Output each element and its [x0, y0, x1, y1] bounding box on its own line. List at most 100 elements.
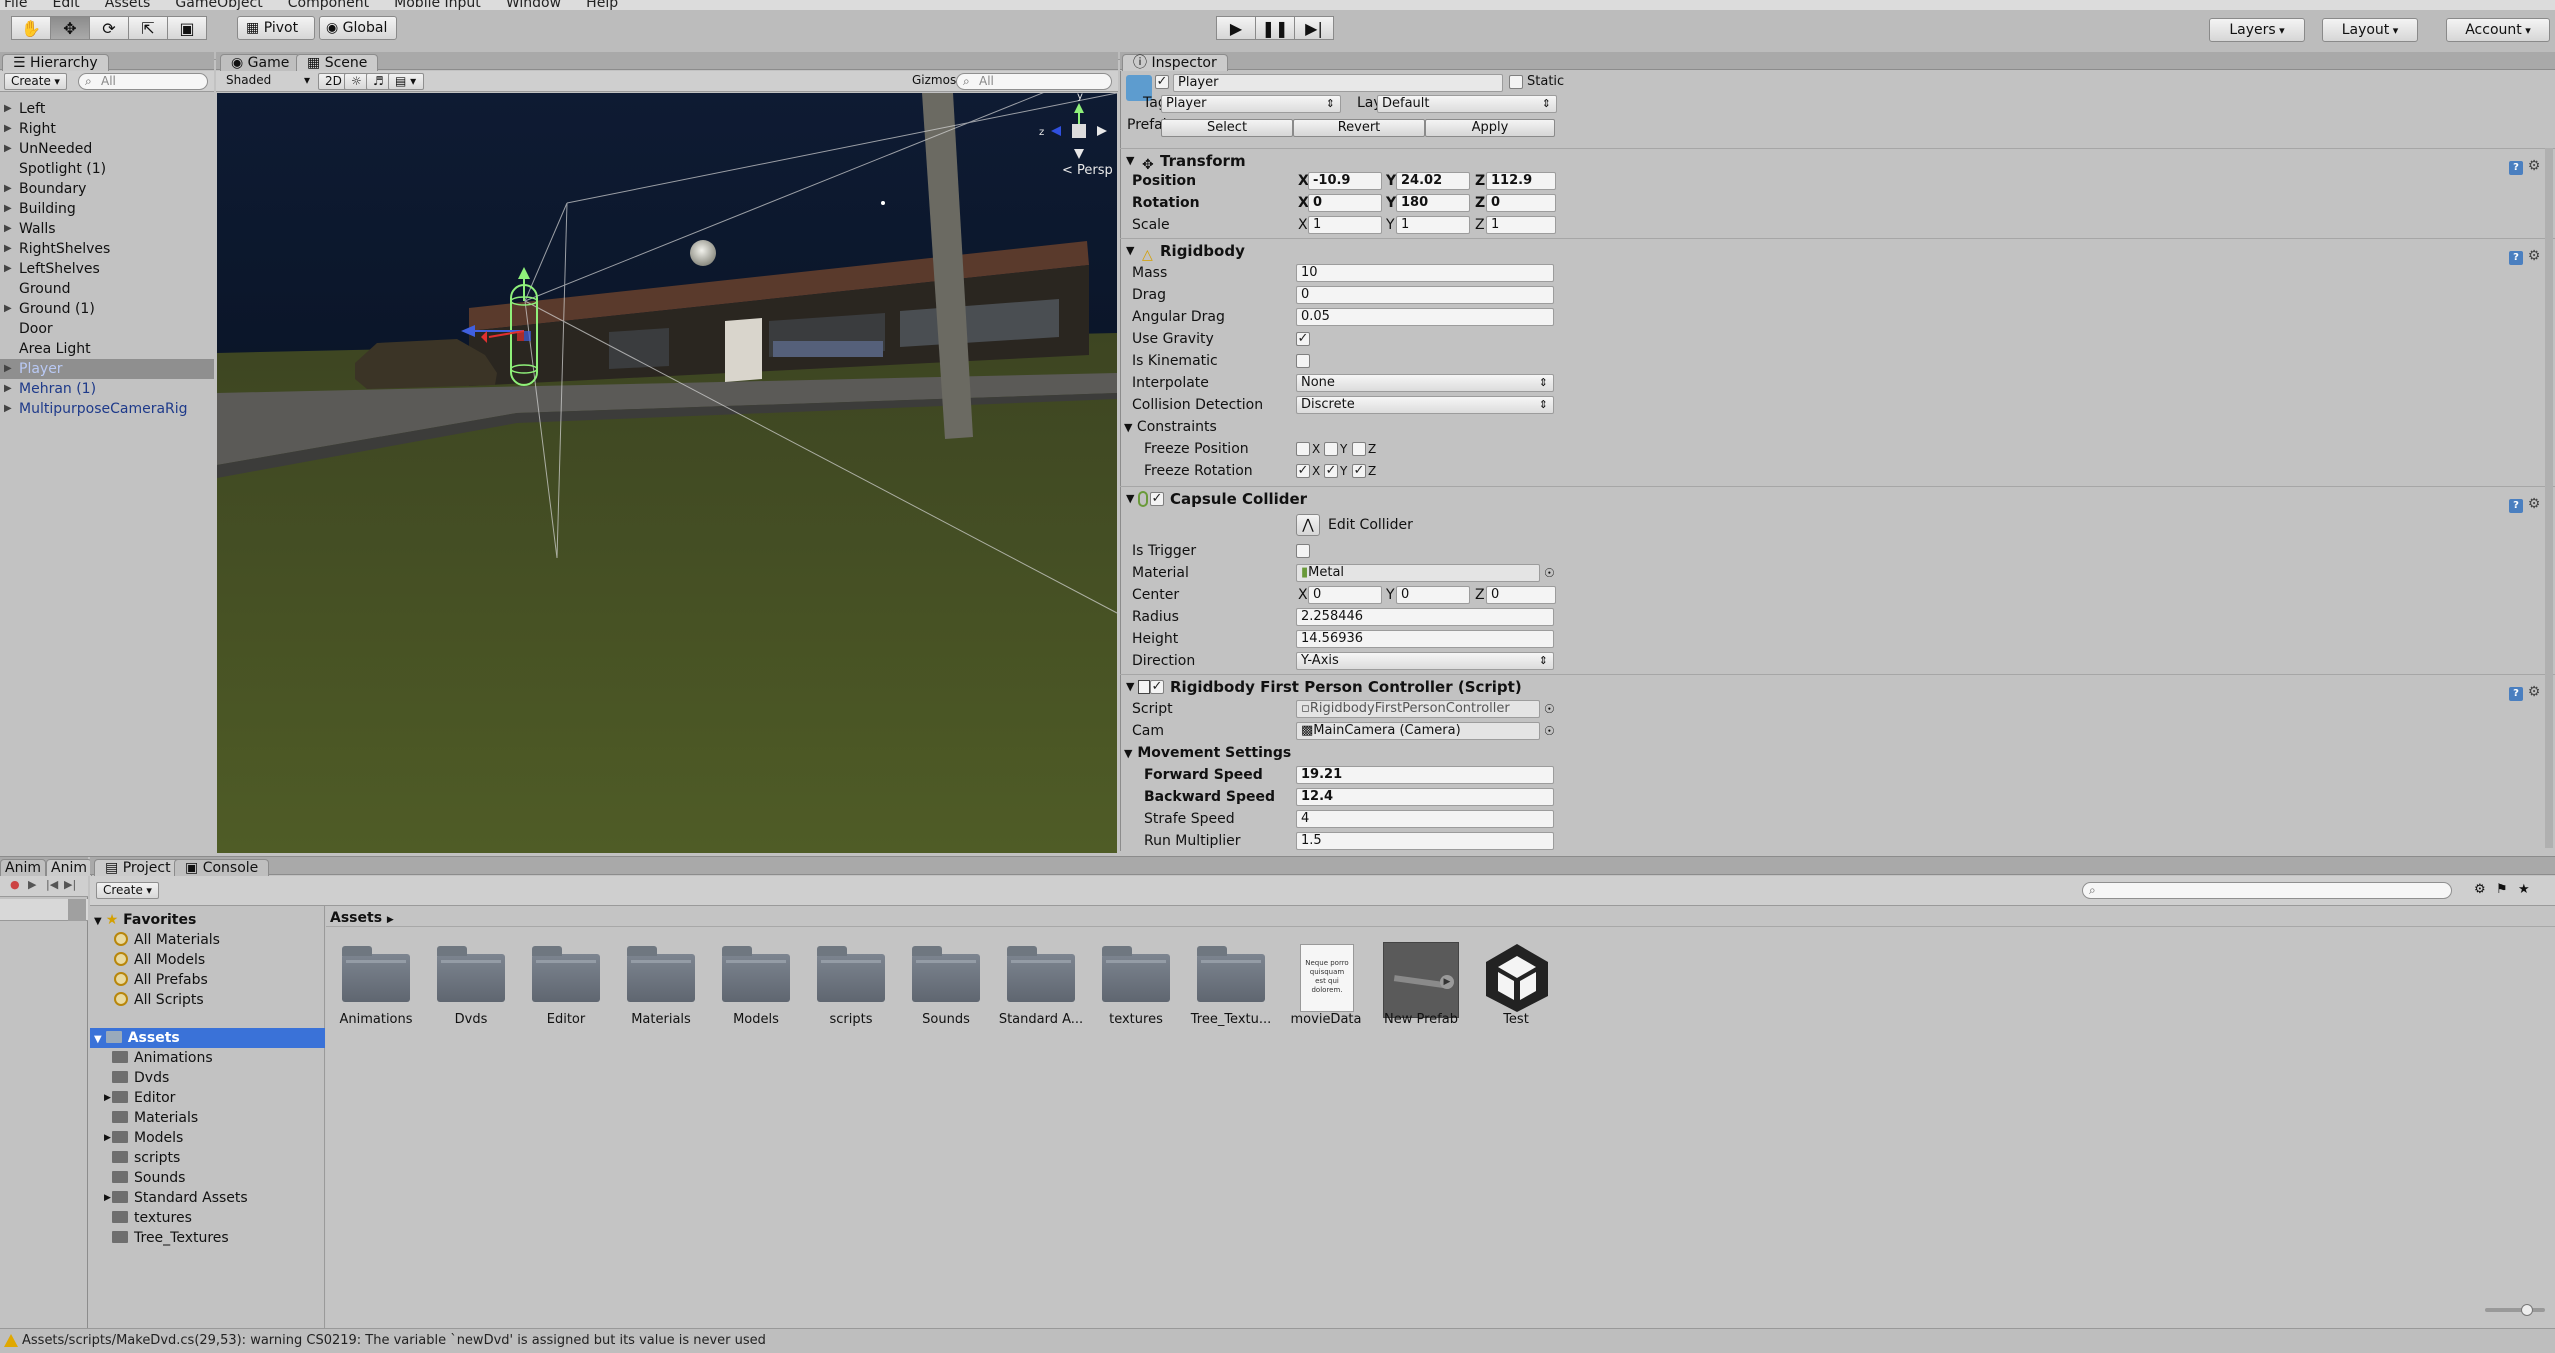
filter-type-icon[interactable]: ⚙ — [2474, 882, 2486, 897]
fold-arrow-icon[interactable]: ▶ — [4, 399, 12, 419]
fold-arrow-icon[interactable]: ▶ — [104, 1188, 111, 1208]
collision-dropdown[interactable]: Discrete — [1296, 396, 1554, 414]
cam-field[interactable]: ▩MainCamera (Camera) — [1296, 722, 1540, 740]
favorite-item[interactable]: All Scripts — [90, 990, 325, 1010]
asset-folder-item[interactable]: Tree_Textures — [90, 1228, 325, 1248]
favorites-header[interactable]: ▼ ★ Favorites — [90, 910, 325, 930]
asset-folder-item[interactable]: Sounds — [90, 1168, 325, 1188]
asset-text-file[interactable]: Neque porro quisquam est qui dolorem. mo… — [1286, 944, 1366, 1027]
rect-tool-icon[interactable]: ▣ — [167, 16, 207, 40]
foldout-icon[interactable]: ▼ — [1124, 747, 1132, 760]
foldout-icon[interactable]: ▼ — [1126, 675, 1134, 699]
asset-folder-item[interactable]: ▶ Editor — [90, 1088, 325, 1108]
asset-folder[interactable]: Editor — [526, 944, 606, 1027]
filter-label-icon[interactable]: ⚑ — [2496, 882, 2508, 897]
fold-arrow-icon[interactable]: ▶ — [104, 1088, 111, 1108]
tab-project[interactable]: ▤ Project — [94, 859, 182, 876]
menu-mobile-input[interactable]: Mobile Input — [394, 0, 481, 10]
constraints-row[interactable]: ▼ Constraints — [1120, 416, 2555, 438]
fold-arrow-icon[interactable]: ▼ — [94, 916, 102, 927]
fold-arrow-icon[interactable]: ▶ — [4, 179, 12, 199]
effects-dropdown-icon[interactable]: ▤ ▾ — [388, 73, 424, 90]
list-item-selected[interactable]: ▶ Player — [0, 359, 214, 379]
static-checkbox[interactable] — [1509, 75, 1523, 89]
freeze-pos-z-checkbox[interactable] — [1352, 442, 1366, 456]
play-icon[interactable]: ▶ — [28, 878, 36, 891]
fold-arrow-icon[interactable]: ▶ — [4, 239, 12, 259]
fold-arrow-icon[interactable]: ▶ — [4, 299, 12, 319]
breadcrumb[interactable]: Assets ▶ — [330, 910, 394, 926]
fold-arrow-icon[interactable]: ▶ — [4, 259, 12, 279]
menu-file[interactable]: File — [4, 0, 27, 10]
help-icon[interactable]: ? — [2509, 499, 2523, 513]
asset-folder-item[interactable]: ▶ Standard Assets — [90, 1188, 325, 1208]
object-name-field[interactable]: Player — [1173, 74, 1503, 92]
next-key-icon[interactable]: ▶| — [64, 878, 76, 891]
component-help-icons[interactable]: ? ⚙ — [2505, 243, 2545, 265]
freeze-pos-x-checkbox[interactable] — [1296, 442, 1310, 456]
step-button-icon[interactable]: ▶| — [1294, 16, 1334, 40]
favorite-item[interactable]: All Materials — [90, 930, 325, 950]
persp-label[interactable]: < Persp — [1062, 163, 1113, 178]
assets-root-item[interactable]: ▼ Assets — [90, 1028, 325, 1048]
fps-controller-header[interactable]: ▼ ✓ Rigidbody First Person Controller (S… — [1120, 674, 2555, 701]
record-icon[interactable]: ● — [10, 878, 20, 891]
asset-folder[interactable]: Materials — [621, 944, 701, 1027]
prefab-apply-button[interactable]: Apply — [1425, 119, 1555, 137]
account-dropdown[interactable]: Account — [2446, 18, 2550, 42]
strafe-speed-field[interactable]: 4 — [1296, 810, 1554, 828]
object-picker-icon[interactable]: ☉ — [1544, 720, 1555, 742]
scale-z-field[interactable]: 1 — [1486, 216, 1556, 234]
asset-folder[interactable]: textures — [1096, 944, 1176, 1027]
fold-arrow-icon[interactable]: ▶ — [4, 359, 12, 379]
tab-inspector[interactable]: ⓘ Inspector — [1122, 54, 1228, 71]
rotation-z-field[interactable]: 0 — [1486, 194, 1556, 212]
asset-prefab[interactable]: ▶ New Prefab — [1381, 942, 1461, 1027]
fold-arrow-icon[interactable]: ▶ — [4, 379, 12, 399]
menu-edit[interactable]: Edit — [53, 0, 80, 10]
global-toggle[interactable]: ◉ Global — [319, 16, 397, 40]
asset-folder[interactable]: Dvds — [431, 944, 511, 1027]
menu-assets[interactable]: Assets — [105, 0, 151, 10]
list-item[interactable]: ▶ UnNeeded — [0, 139, 214, 159]
asset-folder[interactable]: scripts — [811, 944, 891, 1027]
fold-arrow-icon[interactable]: ▶ — [104, 1128, 111, 1148]
center-z-field[interactable]: 0 — [1486, 586, 1556, 604]
freeze-rot-z-checkbox[interactable]: ✓ — [1352, 464, 1366, 478]
freeze-rot-x-checkbox[interactable]: ✓ — [1296, 464, 1310, 478]
list-item[interactable]: ▶ Mehran (1) — [0, 379, 214, 399]
radius-field[interactable]: 2.258446 — [1296, 608, 1554, 626]
play-button-icon[interactable]: ▶ — [1216, 16, 1256, 40]
asset-folder-item[interactable]: Materials — [90, 1108, 325, 1128]
gear-icon[interactable]: ⚙ — [2527, 249, 2541, 263]
component-help-icons[interactable]: ? ⚙ — [2505, 679, 2545, 701]
rotate-tool-icon[interactable]: ⟳ — [89, 16, 129, 40]
list-item[interactable]: ▶ Boundary — [0, 179, 214, 199]
asset-folder[interactable]: Animations — [336, 944, 416, 1027]
anim-scroll-handle[interactable] — [68, 899, 86, 921]
center-y-field[interactable]: 0 — [1396, 586, 1470, 604]
fold-arrow-icon[interactable]: ▼ — [94, 1034, 102, 1045]
tag-dropdown[interactable]: Player — [1161, 95, 1341, 113]
tab-console[interactable]: ▣ Console — [174, 859, 270, 876]
asset-folder[interactable]: Tree_Textu... — [1191, 944, 1271, 1027]
rotation-x-field[interactable]: 0 — [1308, 194, 1382, 212]
asset-folder-item[interactable]: ▶ Models — [90, 1128, 325, 1148]
rigidbody-component-header[interactable]: ▼ △ Rigidbody ? ⚙ — [1120, 238, 2555, 265]
script-enabled-checkbox[interactable]: ✓ — [1150, 680, 1164, 694]
status-bar[interactable]: Assets/scripts/MakeDvd.cs(29,53): warnin… — [0, 1328, 2555, 1353]
foldout-icon[interactable]: ▼ — [1126, 239, 1134, 263]
component-help-icons[interactable]: ? ⚙ — [2505, 153, 2545, 175]
hierarchy-search-input[interactable]: All — [78, 73, 208, 90]
forward-speed-field[interactable]: 19.21 — [1296, 766, 1554, 784]
fold-arrow-icon[interactable]: ▶ — [4, 219, 12, 239]
asset-folder[interactable]: Models — [716, 944, 796, 1027]
rotation-y-field[interactable]: 180 — [1396, 194, 1470, 212]
height-field[interactable]: 14.56936 — [1296, 630, 1554, 648]
menu-component[interactable]: Component — [288, 0, 369, 10]
capsule-enabled-checkbox[interactable]: ✓ — [1150, 492, 1164, 506]
is-kinematic-checkbox[interactable] — [1296, 354, 1310, 368]
list-item[interactable]: Area Light — [0, 339, 214, 359]
list-item[interactable]: ▶ Ground (1) — [0, 299, 214, 319]
inspector-scrollbar[interactable] — [2545, 148, 2553, 848]
